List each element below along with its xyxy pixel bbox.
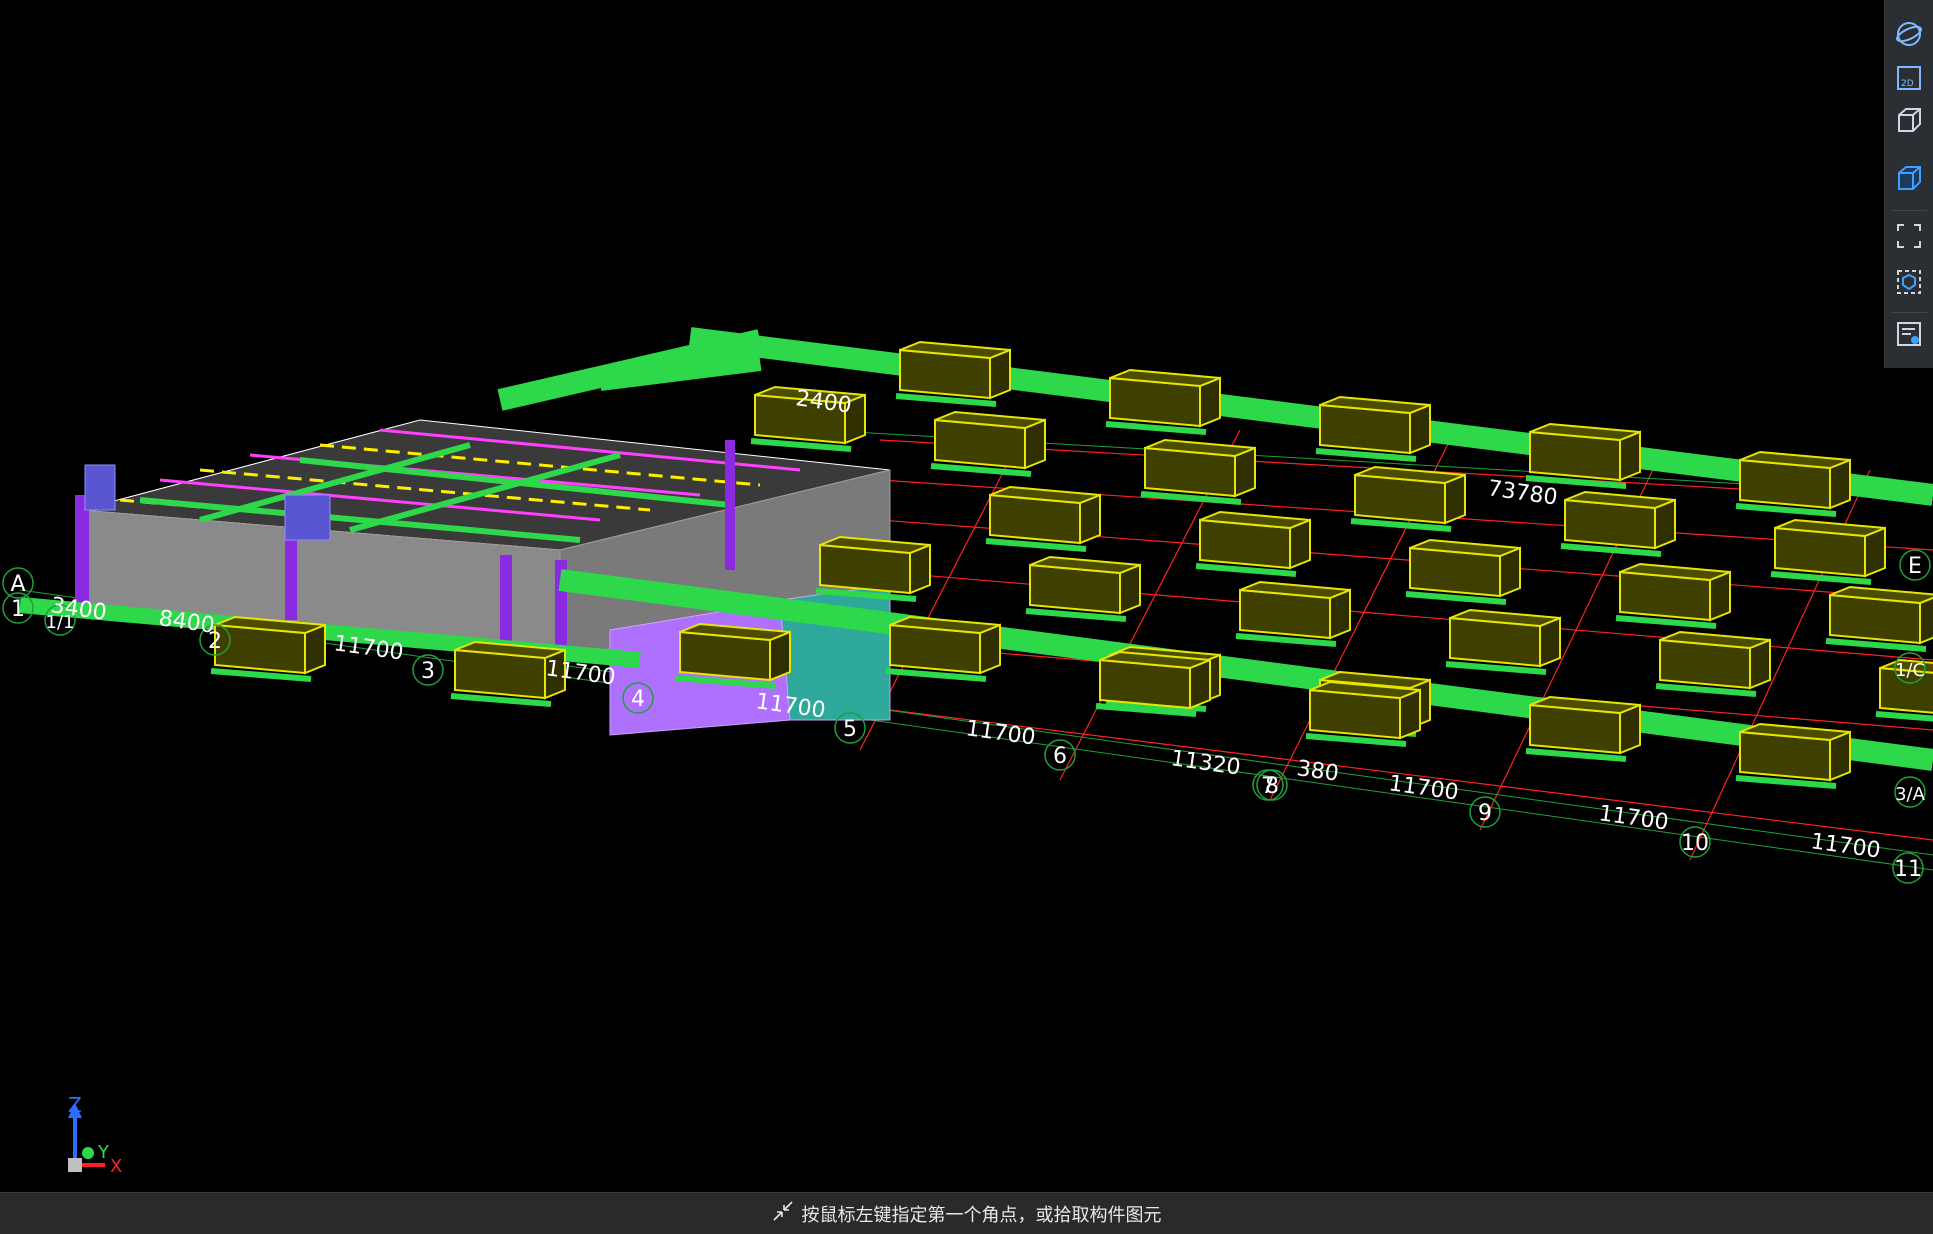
axis-marker: E: [1899, 549, 1931, 581]
axis-marker: A: [2, 567, 34, 599]
axis-label: 6: [1053, 744, 1067, 769]
2d-label: 2D: [1901, 79, 1914, 89]
axis-label: 3/A: [1895, 784, 1926, 805]
footing-block: [885, 615, 1001, 682]
axis-label: 4: [631, 687, 645, 712]
dimension-label: 380: [1295, 756, 1340, 787]
selection-box-icon[interactable]: [1893, 266, 1925, 298]
view-toolbar: 2D: [1884, 0, 1933, 368]
gizmo-x-label: X: [110, 1156, 122, 1177]
axis-marker: 10: [1679, 826, 1711, 858]
axis-gizmo: Z Y X: [68, 1093, 122, 1177]
dimension-label: 11700: [1809, 829, 1882, 863]
fit-view-icon[interactable]: [1893, 220, 1925, 252]
footing-block: [1105, 368, 1221, 435]
gizmo-z-label: Z: [68, 1093, 82, 1117]
footing-block: [1235, 580, 1351, 647]
footing-block: [1735, 450, 1851, 517]
axis-label: 1/C: [1895, 660, 1925, 681]
axis-label: 8: [1265, 774, 1279, 799]
axis-label: 11: [1894, 857, 1922, 882]
footing-block: [1305, 680, 1421, 747]
status-prompt: 按鼠标左键指定第一个角点，或拾取构件图元: [801, 1204, 1162, 1226]
properties-list-icon[interactable]: [1893, 318, 1925, 350]
axis-label: 3: [421, 659, 435, 684]
corner-select-icon: [772, 1200, 794, 1227]
axis-marker: 11: [1892, 852, 1924, 884]
gizmo-y-label: Y: [97, 1142, 110, 1163]
axis-label: 9: [1478, 801, 1492, 826]
axis-label: E: [1908, 554, 1922, 579]
model-canvas[interactable]: 1234567891011A1/11/C3/AE 3400 84001170011…: [0, 0, 1933, 1192]
dimension-label: 11700: [964, 716, 1037, 750]
2d-view-icon[interactable]: 2D: [1893, 62, 1925, 94]
3d-box-icon[interactable]: [1893, 104, 1925, 136]
dimension-label: 11320: [1169, 746, 1242, 780]
footing-block: [1560, 490, 1676, 557]
3d-box-blue-icon[interactable]: [1893, 162, 1925, 194]
footing-block: [1615, 562, 1731, 629]
footing-block: [1350, 465, 1466, 532]
footing-block: [815, 535, 931, 602]
footing-block: [985, 485, 1101, 552]
orbit-icon[interactable]: [1893, 18, 1925, 50]
footing-block: [1525, 422, 1641, 489]
footing-block: [1195, 510, 1311, 577]
axis-marker: 6: [1044, 739, 1076, 771]
footing-block: [1405, 538, 1521, 605]
footing-block: [895, 340, 1011, 407]
axis-marker: 5: [834, 712, 866, 744]
axis-label: 10: [1681, 831, 1709, 856]
footing-block: [675, 622, 791, 689]
axis-marker: 3/A: [1894, 776, 1926, 808]
footing-block: [1025, 555, 1141, 622]
axis-label: A: [10, 572, 25, 597]
axis-label: 5: [843, 717, 857, 742]
axis-marker: 9: [1469, 796, 1501, 828]
footing-block: [1825, 585, 1933, 652]
axis-label: 1: [11, 597, 25, 622]
footing-block: [1095, 650, 1211, 717]
dimension-label: 11700: [1387, 771, 1460, 805]
footing-block: [930, 410, 1046, 477]
axis-marker: 3: [412, 654, 444, 686]
3d-viewport[interactable]: 1 2 3 4 5 6 7 8 9 10 11 A 1/1 1/C 3/A E 3400 8400 11700 11…: [0, 0, 1933, 1192]
footing-block: [1445, 608, 1561, 675]
footing-block: [1140, 438, 1256, 505]
footing-block: [1315, 395, 1431, 462]
footing-block: [1735, 722, 1851, 789]
footing-block: [1655, 630, 1771, 697]
footing-block: [1525, 695, 1641, 762]
footing-block: [1770, 518, 1886, 585]
status-bar: 按鼠标左键指定第一个角点，或拾取构件图元: [0, 1192, 1933, 1234]
